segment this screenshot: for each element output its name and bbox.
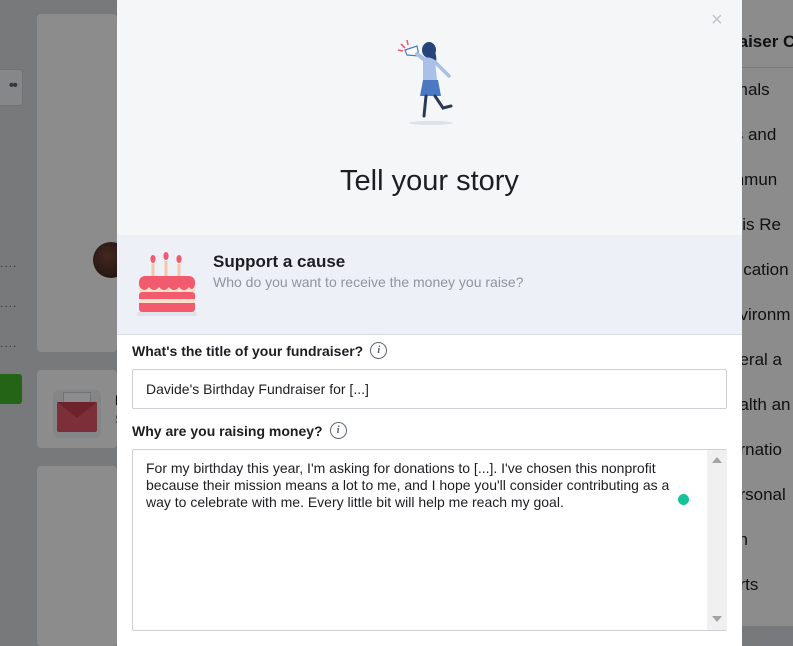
textarea-scrollbar[interactable] bbox=[707, 450, 727, 630]
birthday-cake-icon bbox=[137, 252, 197, 316]
info-icon[interactable]: i bbox=[329, 422, 347, 439]
reason-label: Why are you raising money? i bbox=[132, 422, 347, 439]
reason-label-text: Why are you raising money? bbox=[132, 422, 323, 439]
info-icon[interactable]: i bbox=[370, 342, 388, 359]
support-a-cause-option[interactable]: Support a cause Who do you want to recei… bbox=[117, 235, 742, 335]
fundraiser-title-label-text: What's the title of your fundraiser? bbox=[132, 342, 364, 359]
cause-subtitle: Who do you want to receive the money you… bbox=[213, 274, 524, 290]
fundraiser-title-label: What's the title of your fundraiser? i bbox=[132, 342, 388, 359]
scroll-up-arrow-icon[interactable] bbox=[712, 457, 722, 463]
tell-your-story-dialog: × Tell your story Support a cause Who do… bbox=[117, 0, 742, 646]
fundraiser-title-input[interactable] bbox=[132, 369, 727, 409]
scroll-down-arrow-icon[interactable] bbox=[712, 616, 722, 622]
reason-textarea[interactable]: For my birthday this year, I'm asking fo… bbox=[133, 450, 707, 630]
dialog-title: Tell your story bbox=[340, 165, 519, 197]
reason-textarea-container: For my birthday this year, I'm asking fo… bbox=[132, 449, 727, 631]
grammar-check-indicator[interactable] bbox=[678, 494, 689, 505]
megaphone-person-illustration bbox=[397, 39, 453, 125]
cause-title: Support a cause bbox=[213, 252, 346, 271]
close-icon[interactable]: × bbox=[711, 10, 723, 30]
dialog-header: × Tell your story bbox=[117, 0, 742, 235]
